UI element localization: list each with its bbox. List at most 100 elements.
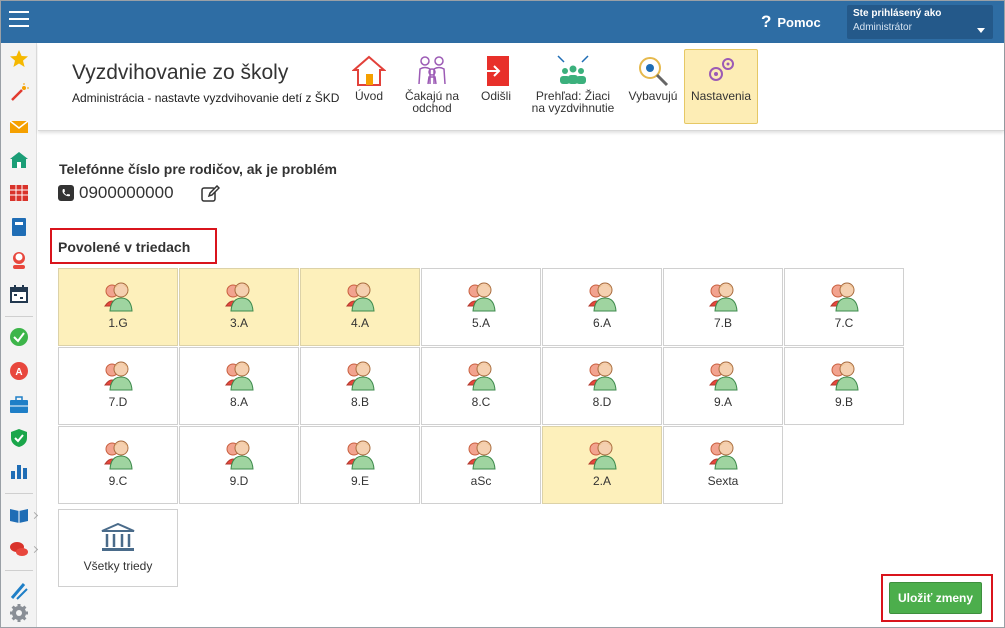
class-tile[interactable]: 4.A: [300, 268, 420, 346]
briefcase-icon[interactable]: [9, 395, 29, 415]
check-circle-icon[interactable]: [9, 327, 29, 347]
phone-icon: [58, 185, 74, 201]
nav-label: Odišli: [480, 89, 511, 103]
class-tile[interactable]: 6.A: [542, 268, 662, 346]
student-icon: [467, 282, 496, 312]
all-classes-button[interactable]: Všetky triedy: [58, 509, 178, 587]
grade-icon[interactable]: A: [9, 361, 29, 381]
phone-title: Telefónne číslo pre rodičov, ak je probl…: [59, 161, 337, 177]
user-caption: Ste prihlásený ako: [853, 8, 942, 19]
mail-icon[interactable]: [9, 117, 29, 137]
top-bar: ? Pomoc Ste prihlásený ako Administrátor: [1, 1, 1004, 43]
student-icon[interactable]: [9, 250, 29, 270]
page-subtitle: Administrácia - nastavte vyzdvihovanie d…: [72, 91, 340, 105]
nav-odisli[interactable]: Odišli: [472, 49, 520, 124]
class-tile-label: 6.A: [592, 316, 611, 330]
student-icon: [588, 282, 617, 312]
class-tile[interactable]: 9.C: [58, 426, 178, 504]
nav-uvod[interactable]: Úvod: [348, 49, 390, 124]
class-tile[interactable]: 9.A: [663, 347, 783, 425]
all-classes-label: Všetky triedy: [83, 559, 153, 573]
gears-icon: [709, 58, 734, 81]
student-icon: [104, 361, 133, 391]
chart-icon[interactable]: [9, 461, 29, 481]
nav-nastavenia[interactable]: Nastavenia: [684, 49, 758, 124]
class-tile[interactable]: aSc: [421, 426, 541, 504]
student-icon: [830, 282, 859, 312]
student-icon: [346, 361, 375, 391]
section-title-classes: Povolené v triedach: [50, 228, 217, 264]
timetable-icon[interactable]: [9, 183, 29, 203]
pen-icon[interactable]: [9, 581, 29, 601]
student-icon: [225, 440, 254, 470]
magnifier-icon: [639, 57, 669, 87]
class-tile[interactable]: 5.A: [421, 268, 541, 346]
nav-label: Úvod: [354, 89, 383, 103]
class-tile-label: 5.A: [471, 316, 490, 330]
student-icon: [709, 440, 738, 470]
book-icon[interactable]: [9, 505, 29, 525]
nav-cakaju[interactable]: Čakajú na odchod: [402, 49, 462, 124]
student-icon: [467, 440, 496, 470]
sidebar: A: [1, 43, 39, 627]
school-icon[interactable]: [9, 150, 29, 170]
nav-vybavuju[interactable]: Vybavujú: [626, 49, 680, 124]
sidebar-separator: [5, 493, 33, 494]
class-tile-label: aSc: [470, 474, 492, 488]
settings-icon[interactable]: [9, 603, 29, 623]
building-icon: [101, 523, 135, 551]
class-tile[interactable]: 8.C: [421, 347, 541, 425]
student-icon: [346, 282, 375, 312]
edit-icon[interactable]: [201, 185, 220, 202]
save-button[interactable]: Uložiť zmeny: [889, 582, 982, 614]
class-tile[interactable]: 8.B: [300, 347, 420, 425]
magic-wand-icon[interactable]: [9, 83, 29, 103]
class-tile[interactable]: 9.B: [784, 347, 904, 425]
class-tile[interactable]: 9.E: [300, 426, 420, 504]
nav-prehlad[interactable]: Prehľad: Žiaci na vyzdvihnutie: [528, 49, 618, 124]
class-tile[interactable]: 7.C: [784, 268, 904, 346]
student-icon: [104, 282, 133, 312]
class-tile-label: Sexta: [707, 474, 739, 488]
chat-icon[interactable]: [9, 539, 29, 559]
nav-label: odchod: [412, 101, 452, 115]
class-tile[interactable]: 9.D: [179, 426, 299, 504]
page-title: Vyzdvihovanie zo školy: [72, 61, 289, 84]
class-tile-label: 2.A: [592, 474, 611, 488]
class-tile[interactable]: 7.D: [58, 347, 178, 425]
phone-number: 0900000000: [79, 183, 174, 202]
student-icon: [709, 282, 738, 312]
notebook-icon[interactable]: [9, 217, 29, 237]
calendar-icon[interactable]: [9, 284, 29, 304]
class-tile[interactable]: 8.A: [179, 347, 299, 425]
class-tile-label: 7.D: [108, 395, 128, 409]
class-tile-label: 4.A: [350, 316, 369, 330]
student-icon: [346, 440, 375, 470]
hamburger-menu-icon[interactable]: [9, 11, 29, 31]
class-tile-label: 3.A: [229, 316, 248, 330]
group-icon: [557, 55, 589, 84]
star-icon[interactable]: [9, 49, 29, 69]
class-tile-label: 9.B: [834, 395, 853, 409]
class-tile-label: 9.C: [108, 474, 128, 488]
class-tile[interactable]: Sexta: [663, 426, 783, 504]
shield-check-icon[interactable]: [9, 428, 29, 448]
student-icon: [588, 440, 617, 470]
nav-label: Nastavenia: [690, 89, 752, 103]
help-button[interactable]: ? Pomoc: [761, 12, 821, 32]
student-icon: [104, 440, 133, 470]
class-tile[interactable]: 3.A: [179, 268, 299, 346]
class-tile-label: 8.B: [350, 395, 369, 409]
user-dropdown[interactable]: Ste prihlásený ako Administrátor: [847, 5, 993, 39]
class-tile[interactable]: 2.A: [542, 426, 662, 504]
class-tile-label: 9.E: [350, 474, 369, 488]
class-tile-label: 9.D: [229, 474, 249, 488]
class-tile[interactable]: 1.G: [58, 268, 178, 346]
family-icon: [418, 56, 446, 85]
class-tile[interactable]: 8.D: [542, 347, 662, 425]
help-label: Pomoc: [777, 14, 821, 30]
question-icon: ?: [761, 12, 772, 31]
chevron-right-icon: [30, 545, 39, 554]
class-tile[interactable]: 7.B: [663, 268, 783, 346]
class-tile-label: 8.A: [229, 395, 248, 409]
